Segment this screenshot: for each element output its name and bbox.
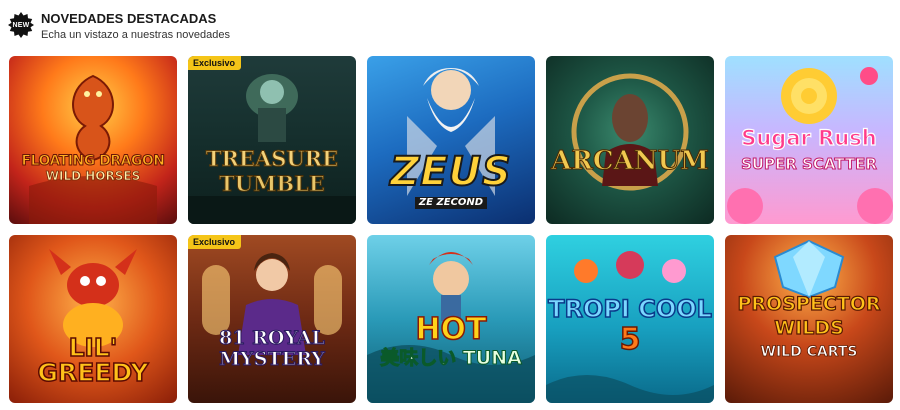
game-tile-treasure-tumble[interactable]: Exclusivo TREASURE TUMBLE <box>188 56 356 224</box>
game-thumbnail <box>188 56 356 224</box>
game-thumbnail <box>9 56 177 224</box>
section-title: NOVEDADES DESTACADAS <box>41 11 217 26</box>
exclusive-badge: Exclusivo <box>188 56 242 70</box>
game-logo: ARCANUM <box>551 146 710 176</box>
game-tile-lil-greedy[interactable]: LIL' GREEDY <box>9 235 177 403</box>
game-tile-81-royal-mystery[interactable]: Exclusivo 81 ROYAL MYSTERY <box>188 235 356 403</box>
game-tile-floating-dragon[interactable]: FLOATING DRAGON WILD HORSES <box>9 56 177 224</box>
game-logo: PROSPECTOR WILDS WILD CARTS <box>737 292 881 360</box>
game-logo: HOT 美味しい TUNA <box>380 312 523 369</box>
game-thumbnail <box>546 56 714 224</box>
game-logo: ZEUS ZE ZECOND <box>389 149 512 209</box>
game-tile-tropi-cool-5[interactable]: TROPI COOL 5 <box>546 235 714 403</box>
new-badge-label: NEW <box>12 21 30 29</box>
game-logo: 81 ROYAL MYSTERY <box>219 327 326 370</box>
games-grid: FLOATING DRAGON WILD HORSES Exclusivo TR… <box>9 56 893 403</box>
game-thumbnail <box>188 235 356 403</box>
game-tile-arcanum[interactable]: ARCANUM <box>546 56 714 224</box>
game-logo: FLOATING DRAGON WILD HORSES <box>21 153 165 183</box>
game-tile-prospector-wilds[interactable]: PROSPECTOR WILDS WILD CARTS <box>725 235 893 403</box>
new-badge-icon: NEW <box>8 12 34 38</box>
game-tile-zeus[interactable]: ZEUS ZE ZECOND <box>367 56 535 224</box>
game-tile-sugar-rush[interactable]: Sugar Rush SUPER SCATTER <box>725 56 893 224</box>
game-logo: Sugar Rush SUPER SCATTER <box>741 126 878 173</box>
game-logo: TROPI COOL 5 <box>547 295 712 357</box>
section-subtitle: Echa un vistazo a nuestras novedades <box>41 29 230 41</box>
exclusive-badge: Exclusivo <box>188 235 242 249</box>
game-tile-hot-tuna[interactable]: HOT 美味しい TUNA <box>367 235 535 403</box>
section-header: NEW NOVEDADES DESTACADAS Echa un vistazo… <box>8 8 230 43</box>
game-logo: TREASURE TUMBLE <box>205 146 339 196</box>
game-logo: LIL' GREEDY <box>37 333 149 387</box>
